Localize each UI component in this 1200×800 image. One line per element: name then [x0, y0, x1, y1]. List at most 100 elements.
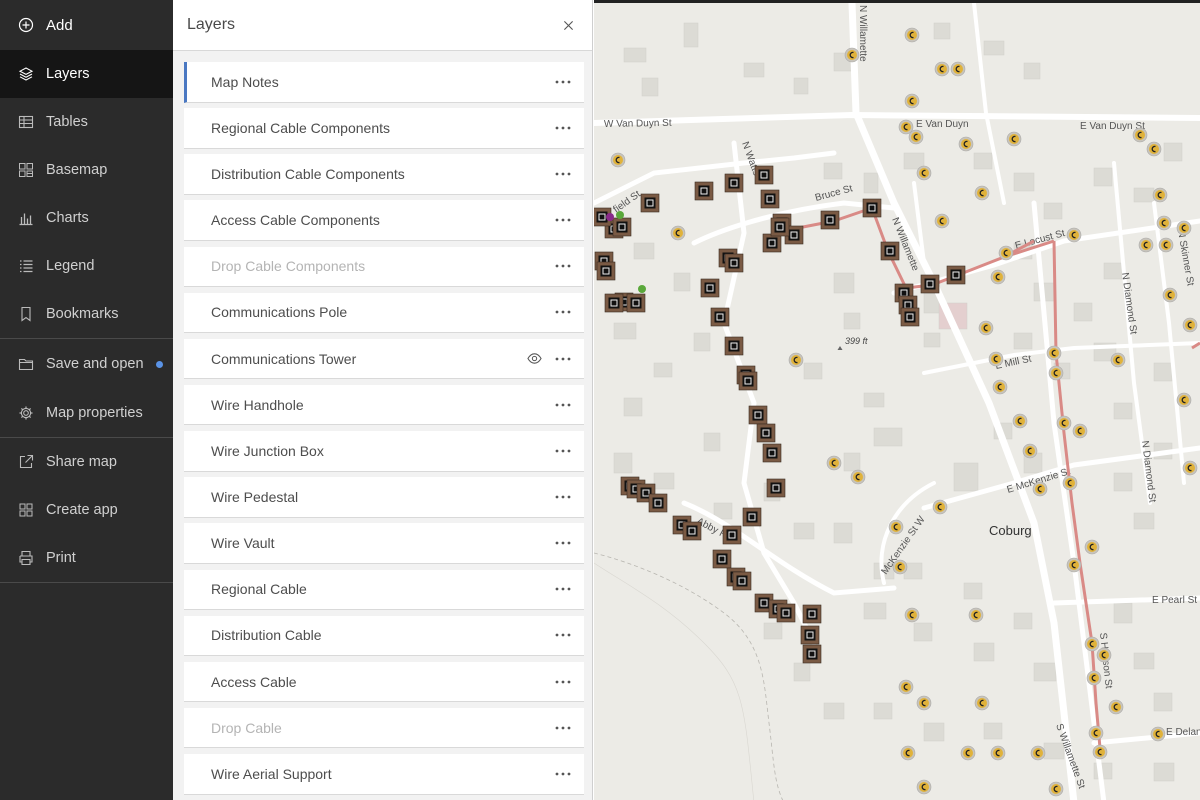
communications-pole-symbol[interactable]: [898, 679, 914, 695]
wire-handhole-symbol[interactable]: [862, 198, 882, 218]
communications-pole-symbol[interactable]: [998, 245, 1014, 261]
layer-options-button[interactable]: [554, 119, 572, 137]
layer-options-button[interactable]: [554, 165, 572, 183]
map-note-symbol[interactable]: [606, 213, 614, 221]
sidebar-item-legend[interactable]: Legend: [0, 242, 173, 290]
communications-pole-symbol[interactable]: [1158, 237, 1174, 253]
sidebar-item-bookmarks[interactable]: Bookmarks: [0, 290, 173, 338]
sidebar-item-save-and-open[interactable]: Save and open: [0, 339, 173, 389]
wire-handhole-symbol[interactable]: [762, 233, 782, 253]
wire-handhole-symbol[interactable]: [802, 604, 822, 624]
layer-options-button[interactable]: [554, 442, 572, 460]
wire-handhole-symbol[interactable]: [742, 507, 762, 527]
communications-pole-symbol[interactable]: [1176, 392, 1192, 408]
sidebar-item-share-map[interactable]: Share map: [0, 438, 173, 486]
wire-handhole-symbol[interactable]: [738, 371, 758, 391]
communications-pole-symbol[interactable]: [1012, 413, 1028, 429]
communications-pole-symbol[interactable]: [1084, 636, 1100, 652]
communications-pole-symbol[interactable]: [1096, 647, 1112, 663]
wire-handhole-symbol[interactable]: [946, 265, 966, 285]
wire-handhole-symbol[interactable]: [710, 307, 730, 327]
wire-handhole-symbol[interactable]: [920, 274, 940, 294]
layer-row[interactable]: Communications Tower: [184, 338, 584, 380]
communications-pole-symbol[interactable]: [1156, 215, 1172, 231]
communications-pole-symbol[interactable]: [904, 93, 920, 109]
communications-pole-symbol[interactable]: [958, 136, 974, 152]
communications-pole-symbol[interactable]: [1092, 744, 1108, 760]
communications-pole-symbol[interactable]: [826, 455, 842, 471]
layer-options-button[interactable]: [554, 396, 572, 414]
layer-row[interactable]: Communications Pole: [184, 292, 584, 334]
wire-handhole-symbol[interactable]: [802, 644, 822, 664]
layer-options-button[interactable]: [554, 350, 572, 368]
add-button[interactable]: Add: [0, 0, 173, 50]
layer-row[interactable]: Wire Vault: [184, 523, 584, 564]
communications-pole-symbol[interactable]: [1046, 345, 1062, 361]
wire-handhole-symbol[interactable]: [712, 549, 732, 569]
communications-pole-symbol[interactable]: [610, 152, 626, 168]
communications-pole-symbol[interactable]: [916, 779, 932, 795]
communications-pole-symbol[interactable]: [1048, 365, 1064, 381]
layer-row[interactable]: Distribution Cable: [184, 615, 584, 657]
layer-row[interactable]: Regional Cable Components: [184, 108, 584, 149]
communications-pole-symbol[interactable]: [990, 269, 1006, 285]
sidebar-item-charts[interactable]: Charts: [0, 194, 173, 242]
communications-pole-symbol[interactable]: [988, 351, 1004, 367]
communications-pole-symbol[interactable]: [1072, 423, 1088, 439]
wire-handhole-symbol[interactable]: [724, 336, 744, 356]
layer-row[interactable]: Wire Junction Box: [184, 431, 584, 472]
communications-pole-symbol[interactable]: [1182, 317, 1198, 333]
communications-pole-symbol[interactable]: [1062, 475, 1078, 491]
communications-pole-symbol[interactable]: [1150, 726, 1166, 742]
wire-handhole-symbol[interactable]: [766, 478, 786, 498]
communications-pole-symbol[interactable]: [934, 61, 950, 77]
communications-pole-symbol[interactable]: [916, 165, 932, 181]
communications-pole-symbol[interactable]: [968, 607, 984, 623]
close-panel-button[interactable]: [558, 15, 578, 35]
communications-pole-symbol[interactable]: [1030, 745, 1046, 761]
communications-pole-symbol[interactable]: [1084, 539, 1100, 555]
communications-pole-symbol[interactable]: [1176, 220, 1192, 236]
layer-options-button[interactable]: [554, 488, 572, 506]
wire-handhole-symbol[interactable]: [756, 423, 776, 443]
communications-pole-symbol[interactable]: [950, 61, 966, 77]
wire-handhole-symbol[interactable]: [760, 189, 780, 209]
communications-pole-symbol[interactable]: [992, 379, 1008, 395]
layer-options-button[interactable]: [554, 626, 572, 644]
wire-handhole-symbol[interactable]: [800, 625, 820, 645]
layer-options-button[interactable]: [554, 673, 572, 691]
wire-handhole-symbol[interactable]: [724, 173, 744, 193]
visibility-toggle-button[interactable]: [526, 351, 542, 367]
communications-pole-symbol[interactable]: [1056, 415, 1072, 431]
layer-options-button[interactable]: [554, 73, 572, 91]
communications-pole-symbol[interactable]: [1110, 352, 1126, 368]
wire-handhole-symbol[interactable]: [612, 217, 632, 237]
layer-options-button[interactable]: [554, 534, 572, 552]
layer-options-button[interactable]: [554, 211, 572, 229]
layer-row[interactable]: Access Cable: [184, 661, 584, 703]
wire-handhole-symbol[interactable]: [626, 293, 646, 313]
layer-options-button[interactable]: [554, 719, 572, 737]
sidebar-item-layers[interactable]: Layers: [0, 50, 173, 98]
communications-pole-symbol[interactable]: [932, 499, 948, 515]
communications-pole-symbol[interactable]: [1022, 443, 1038, 459]
wire-handhole-symbol[interactable]: [648, 493, 668, 513]
sidebar-item-map-properties[interactable]: Map properties: [0, 389, 173, 437]
wire-handhole-symbol[interactable]: [700, 278, 720, 298]
communications-pole-symbol[interactable]: [1146, 141, 1162, 157]
layer-row[interactable]: Wire Pedestal: [184, 477, 584, 518]
communications-pole-symbol[interactable]: [1006, 131, 1022, 147]
communications-pole-symbol[interactable]: [1032, 481, 1048, 497]
communications-pole-symbol[interactable]: [850, 469, 866, 485]
layer-row[interactable]: Wire Handhole: [184, 384, 584, 426]
wire-handhole-symbol[interactable]: [748, 405, 768, 425]
wire-handhole-symbol[interactable]: [754, 165, 774, 185]
wire-handhole-symbol[interactable]: [724, 253, 744, 273]
layer-row[interactable]: Wire Aerial Support: [184, 754, 584, 795]
communications-pole-symbol[interactable]: [1138, 237, 1154, 253]
communications-pole-symbol[interactable]: [1088, 725, 1104, 741]
wire-handhole-symbol[interactable]: [640, 193, 660, 213]
communications-pole-symbol[interactable]: [1182, 460, 1198, 476]
communications-pole-symbol[interactable]: [788, 352, 804, 368]
wire-handhole-symbol[interactable]: [900, 307, 920, 327]
